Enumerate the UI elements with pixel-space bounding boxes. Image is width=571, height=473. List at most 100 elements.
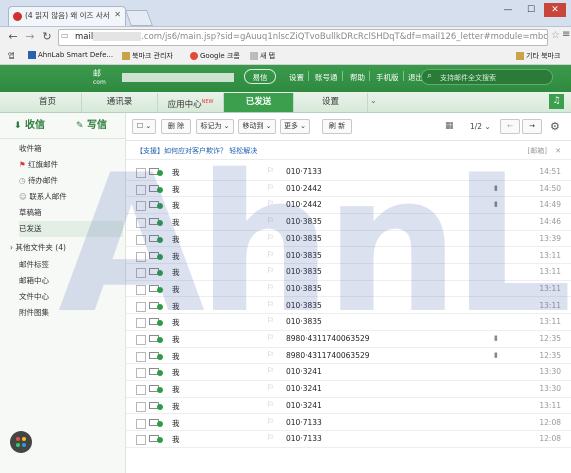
bookmark-manager[interactable]: 북마크 관리자 (122, 51, 173, 61)
mail-time: 13:30 (539, 384, 561, 394)
reload-icon[interactable]: ↻ (40, 30, 54, 43)
contact-icon: ☺ (19, 192, 27, 201)
mail-row[interactable]: 我 ⚐ 010·7133 12:08 (126, 415, 571, 431)
flag-icon[interactable]: ⚐ (267, 417, 274, 426)
refresh-button[interactable]: 刷 新 (322, 119, 352, 134)
header-link-mobile[interactable]: 手机版 (376, 72, 399, 83)
bookmark-icon (28, 51, 36, 59)
back-icon[interactable]: ← (6, 30, 20, 43)
mail-time: 12:08 (539, 434, 561, 444)
url-input[interactable]: mail .com/js6/main.jsp?sid=gAuuq1nlscZiQT… (58, 29, 548, 46)
close-window-icon[interactable]: ✕ (544, 3, 566, 17)
tab-contacts[interactable]: 通讯录 (82, 93, 158, 112)
page-icon (250, 52, 258, 60)
mail-sender: 我 (172, 435, 180, 445)
mail-subject[interactable]: 010·7133 (286, 418, 322, 427)
button-label: 移动到 (242, 122, 264, 130)
app-grid-icon[interactable] (10, 431, 32, 453)
mail-sender: 我 (172, 385, 180, 395)
mail-time: 13:11 (539, 400, 561, 410)
mail-row[interactable]: 我 ⚐ 010·3241 13:30 (126, 381, 571, 398)
settings-icon[interactable]: ⚙ (550, 120, 560, 133)
header-link-settings[interactable]: 设置 (289, 72, 304, 83)
receive-button[interactable]: ⬇ 收信 (14, 116, 45, 135)
maximize-icon[interactable]: ☐ (520, 3, 542, 17)
browser-tab[interactable]: (4 읽지 않음) 왜 이즈 사서 ✕ (8, 6, 126, 26)
mail-search-input[interactable]: 支持邮件全文搜索 (421, 69, 553, 85)
divider (308, 71, 309, 81)
header-link-account[interactable]: 账号通 (315, 72, 338, 83)
delete-button[interactable]: 删 除 (161, 119, 191, 134)
mail-subject[interactable]: 010·3241 (286, 401, 322, 410)
folder-icon (516, 52, 524, 60)
select-all-checkbox[interactable]: ☐ ⌄ (132, 119, 156, 134)
button-label: 更多 (283, 122, 298, 130)
flag-icon[interactable]: ⚐ (267, 383, 274, 392)
music-icon[interactable]: ♫ (549, 94, 564, 109)
dot (22, 443, 26, 447)
chrome-icon (190, 52, 198, 60)
other-bookmarks[interactable]: 기타 북마크 (516, 51, 560, 61)
header-link-help[interactable]: 帮助 (350, 72, 365, 83)
calendar-icon[interactable]: ▦ (445, 121, 454, 131)
move-to-button[interactable]: 移动到 ⌄ (238, 119, 276, 134)
bookmark-google-chrome[interactable]: Google 크롬 (190, 51, 240, 61)
forward-icon[interactable]: → (23, 30, 37, 43)
logo-text: 邮 (93, 69, 101, 78)
tab-app-center[interactable]: 应用中心NEW (158, 93, 224, 112)
bookmark-label: Google 크롬 (200, 52, 240, 60)
row-checkbox[interactable] (136, 385, 146, 396)
mail-row[interactable]: 我 ⚐ 010·3241 13:30 (126, 364, 571, 381)
tab-sent[interactable]: 已发送 (224, 93, 294, 112)
bookmark-label: 북마크 관리자 (132, 52, 173, 60)
bookmark-ahnlab[interactable]: AhnLab Smart Defe... (28, 51, 113, 59)
flag-icon[interactable]: ⚐ (267, 366, 274, 375)
compose-label: 写信 (87, 120, 108, 131)
compose-icon: ✎ (76, 121, 84, 131)
minimize-icon[interactable]: — (497, 3, 519, 17)
flag-icon[interactable]: ⚐ (267, 400, 274, 409)
tab-dropdown-icon[interactable]: ⌄ (370, 96, 377, 105)
mail-subject[interactable]: 010·3241 (286, 384, 322, 393)
dot (16, 437, 20, 441)
next-page-button[interactable]: → (522, 119, 542, 134)
tab-home[interactable]: 首页 (14, 93, 82, 112)
row-checkbox[interactable] (136, 401, 146, 412)
mail-row[interactable]: 我 ⚐ 010·3241 13:11 (126, 398, 571, 415)
page-indicator[interactable]: 1/2 ⌄ (470, 122, 491, 131)
bookmark-new-tab[interactable]: 새 탭 (250, 51, 275, 61)
sent-status-icon (157, 370, 163, 377)
tab-settings[interactable]: 设置 (294, 93, 368, 112)
bookmark-apps[interactable]: 앱 (8, 51, 14, 61)
logo-domain: com (93, 79, 106, 86)
search-icon[interactable]: ⌕ (427, 71, 432, 81)
close-tab-icon[interactable]: ✕ (114, 10, 121, 19)
bookmark-label: 기타 북마크 (526, 52, 561, 60)
row-checkbox[interactable] (136, 368, 146, 379)
mail-row[interactable]: 我 ⚐ 010·7133 12:08 (126, 431, 571, 448)
more-button[interactable]: 更多 ⌄ (280, 119, 310, 134)
clock-icon: ◷ (19, 176, 26, 185)
mail-logo[interactable]: 邮 com (93, 68, 106, 86)
compose-button[interactable]: ✎ 写信 (76, 116, 107, 135)
receive-icon: ⬇ (14, 121, 22, 131)
wechat-button[interactable]: 易信 (244, 69, 276, 84)
mail-subject[interactable]: 010·3241 (286, 367, 322, 376)
redacted-account (122, 73, 234, 82)
receive-label: 收信 (25, 120, 46, 131)
mail-sender: 我 (172, 368, 180, 378)
new-badge: NEW (201, 99, 214, 105)
mail-subject[interactable]: 010·7133 (286, 434, 322, 443)
flag-icon[interactable]: ⚐ (267, 433, 274, 442)
sent-status-icon (157, 403, 163, 410)
row-checkbox[interactable] (136, 435, 146, 446)
bookmark-label: 새 탭 (260, 52, 276, 60)
bookmark-label: 앱 (8, 52, 15, 60)
folder-icon (122, 52, 130, 60)
row-checkbox[interactable] (136, 418, 146, 429)
menu-icon[interactable]: ≡ (562, 29, 570, 40)
star-icon[interactable]: ☆ (551, 30, 560, 41)
mark-as-button[interactable]: 标记为 ⌄ (196, 119, 234, 134)
page-icon: ▭ (61, 31, 69, 40)
prev-page-button[interactable]: ← (500, 119, 520, 134)
